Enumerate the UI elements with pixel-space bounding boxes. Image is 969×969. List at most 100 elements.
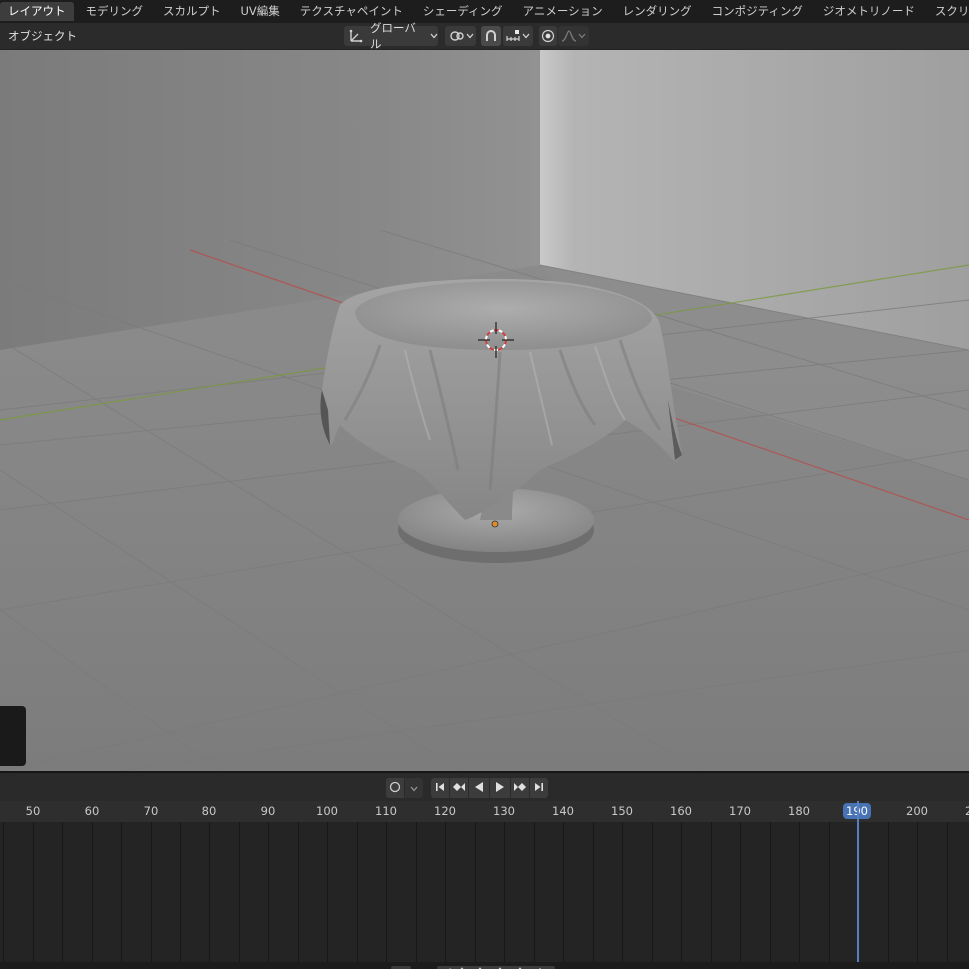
next-keyframe-button[interactable] bbox=[511, 778, 529, 798]
timeline-gridline bbox=[770, 822, 771, 962]
frame-tick-label: 110 bbox=[375, 804, 397, 818]
timeline-gridline bbox=[888, 822, 889, 962]
auto-keying-toggle[interactable] bbox=[386, 778, 404, 798]
frame-tick-label: 130 bbox=[493, 804, 515, 818]
tab-rendering[interactable]: レンダリング bbox=[615, 2, 700, 21]
timeline-gridline bbox=[386, 822, 387, 962]
timeline-gridline bbox=[3, 822, 4, 962]
timeline-gridline bbox=[534, 822, 535, 962]
chevron-down-icon bbox=[430, 33, 438, 39]
timeline-gridline bbox=[711, 822, 712, 962]
3d-viewport[interactable] bbox=[0, 50, 969, 771]
timeline-gridline bbox=[209, 822, 210, 962]
timeline-gridline bbox=[180, 822, 181, 962]
timeline-gridline bbox=[799, 822, 800, 962]
pivot-point-dropdown[interactable] bbox=[445, 26, 476, 46]
playhead-line[interactable] bbox=[857, 801, 859, 963]
timeline-gridline bbox=[445, 822, 446, 962]
snap-target-dropdown[interactable] bbox=[503, 26, 533, 46]
workspace-tabs: レイアウト モデリング スカルプト UV編集 テクスチャペイント シェーディング… bbox=[0, 0, 969, 23]
falloff-dropdown[interactable] bbox=[558, 26, 589, 46]
timeline-gridline bbox=[475, 822, 476, 962]
keying-options-dropdown[interactable] bbox=[405, 778, 423, 798]
timeline-header bbox=[0, 771, 969, 803]
play-icon bbox=[494, 781, 506, 796]
axes-icon bbox=[348, 28, 364, 44]
timeline-gridline bbox=[62, 822, 63, 962]
proportional-edit-icon bbox=[541, 29, 555, 43]
timeline-gridline bbox=[652, 822, 653, 962]
timeline-gridline bbox=[622, 822, 623, 962]
timeline-gridline bbox=[327, 822, 328, 962]
timeline-gridline bbox=[92, 822, 93, 962]
frame-tick-label: 2 bbox=[965, 804, 969, 818]
chevron-down-icon bbox=[522, 33, 530, 39]
snap-increment-icon bbox=[505, 28, 521, 44]
tab-uv-editing[interactable]: UV編集 bbox=[233, 2, 288, 21]
proportional-editing-toggle[interactable] bbox=[539, 26, 557, 46]
frame-tick-label: 70 bbox=[143, 804, 159, 818]
record-icon bbox=[389, 781, 401, 796]
tab-texture-paint[interactable]: テクスチャペイント bbox=[292, 2, 411, 21]
timeline-gridline bbox=[357, 822, 358, 962]
jump-start-icon bbox=[434, 781, 446, 796]
tab-compositing[interactable]: コンポジティング bbox=[704, 2, 811, 21]
chevron-down-icon bbox=[410, 781, 418, 795]
jump-to-start-button[interactable] bbox=[431, 778, 449, 798]
timeline-gridline bbox=[298, 822, 299, 962]
timeline-gridline bbox=[33, 822, 34, 962]
viewport-scene bbox=[0, 50, 969, 771]
tab-modeling[interactable]: モデリング bbox=[78, 2, 152, 21]
frame-tick-label: 80 bbox=[201, 804, 217, 818]
object-mode-label[interactable]: オブジェクト bbox=[8, 28, 77, 44]
tab-geometry-nodes[interactable]: ジオメトリノード bbox=[815, 2, 923, 21]
play-reverse-icon bbox=[473, 781, 485, 796]
jump-end-icon bbox=[533, 781, 545, 796]
timeline-gridline bbox=[151, 822, 152, 962]
frame-tick-label: 200 bbox=[906, 804, 928, 818]
tab-sculpt[interactable]: スカルプト bbox=[155, 2, 229, 21]
tab-shading[interactable]: シェーディング bbox=[415, 2, 511, 21]
timeline-gridline bbox=[829, 822, 830, 962]
pivot-icon bbox=[449, 28, 465, 44]
play-reverse-button[interactable] bbox=[469, 778, 489, 798]
timeline-gridline bbox=[681, 822, 682, 962]
frame-tick-label: 120 bbox=[434, 804, 456, 818]
frame-tick-label: 140 bbox=[552, 804, 574, 818]
frame-tick-label: 60 bbox=[84, 804, 100, 818]
bottom-playback-bar bbox=[0, 962, 969, 969]
play-button[interactable] bbox=[490, 778, 510, 798]
snap-toggle[interactable] bbox=[481, 26, 501, 46]
prev-keyframe-icon bbox=[452, 781, 466, 796]
tab-layout[interactable]: レイアウト bbox=[0, 2, 74, 21]
timeline-gridline bbox=[121, 822, 122, 962]
prev-keyframe-button[interactable] bbox=[450, 778, 468, 798]
viewport-header: オブジェクト グローバル bbox=[0, 21, 969, 51]
frame-tick-label: 100 bbox=[316, 804, 338, 818]
timeline-gridline bbox=[504, 822, 505, 962]
jump-to-end-button[interactable] bbox=[530, 778, 548, 798]
magnet-icon bbox=[484, 29, 498, 43]
timeline-body[interactable] bbox=[0, 822, 969, 962]
tab-scripting[interactable]: スクリプト作 bbox=[927, 2, 969, 21]
timeline-gridline bbox=[239, 822, 240, 962]
object-origin-dot bbox=[491, 520, 499, 528]
timeline-gridline bbox=[268, 822, 269, 962]
timeline-frame-ruler[interactable]: 50 60 70 80 90 100 110 120 130 140 150 1… bbox=[0, 801, 969, 822]
timeline-gridline bbox=[740, 822, 741, 962]
transform-orientation-dropdown[interactable]: グローバル bbox=[344, 21, 438, 51]
timeline-gridline bbox=[593, 822, 594, 962]
frame-tick-label: 150 bbox=[611, 804, 633, 818]
chevron-down-icon bbox=[466, 33, 474, 39]
chevron-down-icon bbox=[578, 33, 586, 39]
frame-tick-label: 90 bbox=[260, 804, 276, 818]
timeline-gridline bbox=[917, 822, 918, 962]
transform-orientation-value: グローバル bbox=[370, 21, 416, 51]
timeline-gridline bbox=[416, 822, 417, 962]
sidebar-collapsed-panel[interactable] bbox=[0, 706, 26, 766]
frame-tick-label: 160 bbox=[670, 804, 692, 818]
frame-tick-label: 180 bbox=[788, 804, 810, 818]
frame-tick-label: 50 bbox=[25, 804, 41, 818]
tab-animation[interactable]: アニメーション bbox=[515, 2, 611, 21]
timeline-gridline bbox=[563, 822, 564, 962]
